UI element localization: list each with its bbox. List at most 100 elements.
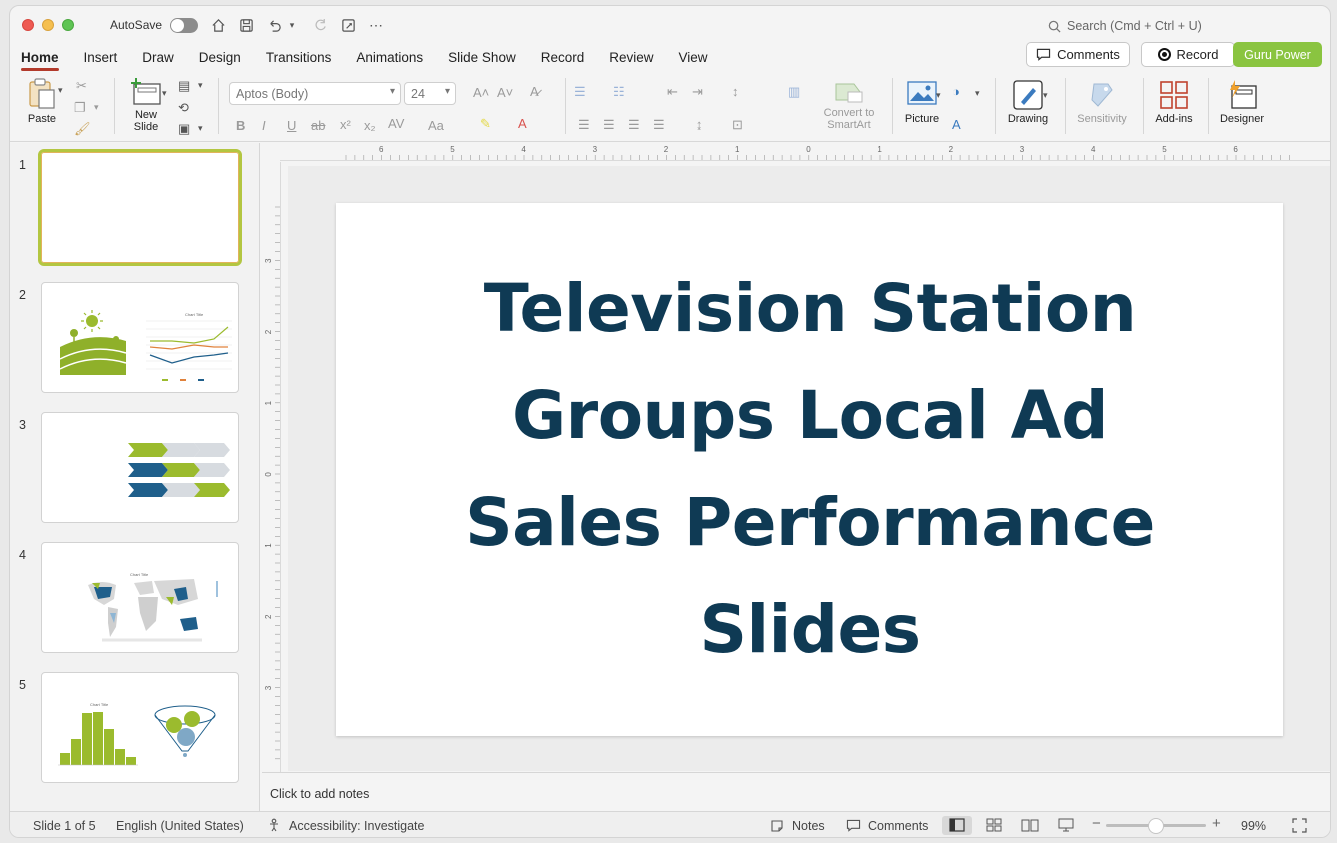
tab-slide-show[interactable]: Slide Show — [448, 44, 516, 72]
section-dropdown-icon[interactable]: ▾ — [198, 123, 203, 134]
record-button[interactable]: Record — [1141, 42, 1235, 67]
decrease-indent-icon[interactable]: ⇤ — [667, 84, 678, 100]
slide-thumbnail-2[interactable]: Chart Title — [41, 282, 239, 393]
present-icon[interactable] — [340, 17, 356, 33]
picture-dropdown-icon[interactable]: ▾ — [936, 90, 941, 101]
new-slide-dropdown-icon[interactable]: ▾ — [162, 88, 167, 99]
tab-transitions[interactable]: Transitions — [266, 44, 332, 72]
drawing-button[interactable]: Drawing — [1004, 80, 1052, 125]
copy-icon[interactable]: ❐ — [74, 100, 86, 116]
increase-indent-icon[interactable]: ⇥ — [692, 84, 703, 100]
align-text-icon[interactable]: ⊡ — [732, 117, 743, 133]
zoom-in-icon[interactable]: + — [1212, 815, 1221, 832]
italic-icon[interactable]: I — [262, 118, 266, 133]
accessibility-icon[interactable] — [268, 818, 282, 835]
textbox-icon[interactable]: A — [952, 117, 961, 132]
slide-thumbnail-4[interactable]: Chart Title — [41, 542, 239, 653]
guru-power-button[interactable]: Guru Power — [1233, 42, 1322, 67]
font-name-select[interactable]: Aptos (Body) ▾ — [229, 82, 401, 105]
line-spacing-icon[interactable]: ↕ — [732, 84, 739, 99]
new-slide-button[interactable]: New Slide — [124, 78, 168, 133]
copy-dropdown-icon[interactable]: ▾ — [94, 102, 99, 113]
superscript-icon[interactable]: x² — [340, 117, 351, 132]
shapes-dropdown-icon[interactable]: ▾ — [975, 88, 980, 99]
notes-icon[interactable] — [770, 819, 784, 836]
layout-dropdown-icon[interactable]: ▾ — [198, 80, 203, 91]
highlight-icon[interactable]: ✎ — [480, 116, 491, 132]
format-painter-icon[interactable]: 🖌 — [74, 121, 91, 137]
convert-smartart-button[interactable]: Convert to SmartArt — [814, 80, 884, 131]
tab-review[interactable]: Review — [609, 44, 653, 72]
redo-icon[interactable] — [312, 17, 328, 33]
align-right-icon[interactable]: ☰ — [628, 117, 640, 133]
slide-sorter-icon[interactable] — [986, 818, 1002, 835]
columns-icon[interactable]: ▥ — [788, 84, 800, 100]
tab-record[interactable]: Record — [541, 44, 585, 72]
tab-home[interactable]: Home — [21, 44, 59, 72]
search-box[interactable]: Search (Cmd + Ctrl + U) — [1048, 19, 1202, 33]
comments-toggle[interactable]: Comments — [868, 819, 928, 833]
designer-button[interactable]: Designer — [1214, 80, 1270, 125]
accessibility-status[interactable]: Accessibility: Investigate — [289, 819, 424, 833]
increase-font-icon[interactable]: A˄ — [473, 85, 489, 100]
slide-thumbnail-5[interactable]: Chart Title — [41, 672, 239, 783]
picture-button[interactable]: Picture — [901, 80, 943, 125]
tab-animations[interactable]: Animations — [356, 44, 423, 72]
text-direction-icon[interactable]: ↨ — [696, 117, 703, 132]
more-icon[interactable]: ⋯ — [368, 17, 384, 33]
zoom-window-button[interactable] — [62, 19, 74, 31]
normal-view-button[interactable] — [942, 816, 972, 835]
current-slide[interactable]: Television Station Groups Local Ad Sales… — [336, 203, 1283, 736]
sensitivity-button[interactable]: Sensitivity — [1071, 80, 1133, 125]
drawing-dropdown-icon[interactable]: ▾ — [1043, 90, 1048, 101]
paste-dropdown-icon[interactable]: ▾ — [58, 85, 63, 96]
section-icon[interactable]: ▣ — [178, 121, 190, 137]
layout-icon[interactable]: ▤ — [178, 78, 190, 94]
comments-button[interactable]: Comments — [1026, 42, 1130, 67]
save-icon[interactable] — [238, 17, 254, 33]
zoom-level[interactable]: 99% — [1241, 819, 1266, 833]
paste-button[interactable]: Paste — [22, 78, 62, 125]
close-window-button[interactable] — [22, 19, 34, 31]
reset-icon[interactable]: ⟲ — [178, 100, 189, 116]
subscript-icon[interactable]: x₂ — [364, 118, 376, 133]
strikethrough-icon[interactable]: ab — [311, 118, 325, 133]
zoom-slider-handle[interactable] — [1148, 818, 1164, 834]
zoom-out-icon[interactable]: − — [1092, 815, 1101, 832]
change-case-icon[interactable]: Aa — [428, 118, 444, 133]
tab-design[interactable]: Design — [199, 44, 241, 72]
bullets-icon[interactable]: ☰ — [574, 84, 586, 100]
align-center-icon[interactable]: ☰ — [603, 117, 615, 133]
autosave-toggle[interactable] — [170, 17, 199, 33]
bold-icon[interactable]: B — [236, 118, 245, 133]
minimize-window-button[interactable] — [42, 19, 54, 31]
shapes-icon[interactable]: ◑ — [952, 84, 960, 99]
addins-button[interactable]: Add-ins — [1150, 80, 1198, 125]
cut-icon[interactable]: ✂ — [76, 78, 87, 94]
reading-view-icon[interactable] — [1021, 818, 1039, 835]
notes-pane[interactable]: Click to add notes — [262, 772, 1330, 811]
slide-thumbnail-1[interactable] — [38, 149, 242, 266]
tab-draw[interactable]: Draw — [142, 44, 174, 72]
undo-dropdown-icon[interactable]: ▾ — [284, 17, 300, 33]
align-left-icon[interactable]: ☰ — [578, 117, 590, 133]
tab-insert[interactable]: Insert — [84, 44, 118, 72]
fit-slide-icon[interactable] — [1292, 818, 1307, 836]
decrease-font-icon[interactable]: A˅ — [497, 85, 513, 100]
comment-icon[interactable] — [846, 819, 861, 835]
tab-view[interactable]: View — [679, 44, 708, 72]
numbering-icon[interactable]: ☷ — [613, 84, 625, 100]
font-color-icon[interactable]: A — [518, 116, 527, 131]
slideshow-icon[interactable] — [1058, 818, 1074, 835]
undo-icon[interactable] — [266, 17, 282, 33]
home-icon[interactable] — [210, 17, 226, 33]
font-size-select[interactable]: 24 ▾ — [404, 82, 456, 105]
slide-thumbnail-3[interactable] — [41, 412, 239, 523]
clear-format-icon[interactable]: A̷ — [530, 84, 539, 99]
notes-toggle[interactable]: Notes — [792, 819, 825, 833]
justify-icon[interactable]: ☰ — [653, 117, 665, 133]
character-spacing-icon[interactable]: AV — [388, 116, 404, 131]
slide-title[interactable]: Television Station Groups Local Ad Sales… — [416, 255, 1204, 683]
underline-icon[interactable]: U — [287, 118, 296, 133]
language-indicator[interactable]: English (United States) — [116, 819, 244, 833]
